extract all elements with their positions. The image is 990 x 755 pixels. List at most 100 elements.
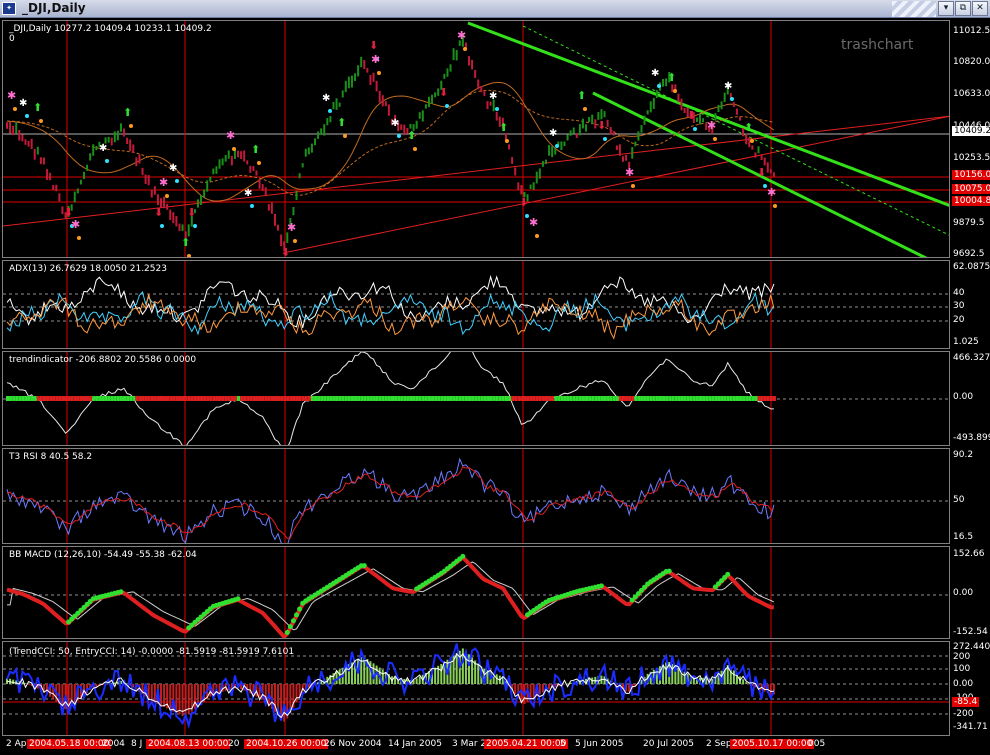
candle (508, 144, 511, 150)
date-tick: 005 (808, 739, 826, 749)
candle (175, 216, 178, 227)
trend-histogram-bar (98, 396, 102, 401)
macd-tick: 0.00 (953, 588, 974, 598)
trend-histogram-bar (110, 396, 114, 401)
date-tick: 3 Mar 2 (452, 739, 487, 749)
sell-arrow-marker: ⬇ (187, 206, 196, 219)
date-tick: 8 J (131, 739, 143, 749)
candle (237, 150, 239, 158)
trend-histogram-bar (255, 396, 259, 401)
trend-histogram-bar (113, 396, 117, 401)
adx-panel[interactable]: ADX(13) 26.7629 18.0050 21.2523 (2, 260, 950, 349)
signal-dot (397, 134, 401, 138)
cci-tick: 272.4401 (953, 642, 990, 652)
macd-up-dot (235, 596, 241, 602)
rsi-panel[interactable]: T3 RSI 8 40.5 58.2 (2, 448, 950, 544)
macd-panel[interactable]: BB MACD (12,26,10) -54.49 -55.38 -62.04 (2, 546, 950, 639)
signal-dot (773, 204, 777, 208)
macd-signal-line (7, 561, 775, 631)
trend-histogram-bar (310, 396, 314, 401)
trend-histogram-bar (495, 396, 499, 401)
trend-histogram-bar (649, 396, 653, 401)
candle (335, 98, 338, 110)
candle (612, 131, 615, 136)
price-tick: 11012.5 (953, 26, 990, 36)
cci-current-label: -85.4 (952, 697, 980, 707)
trend-indicator-panel[interactable]: trendindicator -206.8802 20.5586 0.0000 (2, 351, 950, 446)
trend-histogram-bar (153, 396, 157, 401)
trend-histogram-bar (468, 396, 471, 401)
candle (196, 199, 199, 208)
candle (243, 150, 246, 162)
signal-dot (463, 47, 467, 51)
cci-axis: 272.4401 200 100 0.00 -100 -85.4 -200 -3… (950, 641, 990, 736)
trend-histogram-bar (597, 396, 601, 401)
cci-tick: -341.71 (953, 722, 988, 732)
adx-axis: 62.0875 40 30 20 1.025 (950, 260, 990, 349)
trend-histogram-bar (273, 396, 277, 401)
trend-histogram-bar (218, 396, 222, 401)
trend-histogram-bar (237, 396, 240, 401)
candle (116, 130, 119, 141)
trend-histogram-bar (400, 396, 404, 401)
trend-histogram-bar (723, 396, 727, 401)
buy-arrow-marker: ⬆ (251, 143, 260, 156)
candle (772, 172, 775, 177)
trend-histogram-bar (415, 396, 419, 401)
candle (409, 123, 412, 129)
sell-arrow-marker: ⬇ (154, 206, 163, 219)
cci-histogram-bar (283, 684, 286, 722)
trend-histogram-bar (508, 396, 512, 401)
candle (424, 104, 427, 109)
candle (468, 56, 470, 66)
trend-histogram-bar (360, 396, 364, 401)
window-title-bar[interactable]: ✦ _DJI,Daily ▾ ⧉ ✕ (0, 0, 990, 18)
trend-histogram-bar (766, 396, 770, 401)
trend-histogram-bar (504, 396, 508, 401)
trend-histogram-bar (184, 396, 188, 401)
trend-histogram-bar (689, 396, 693, 401)
trend-histogram-bar (714, 396, 718, 401)
close-button[interactable]: ✕ (972, 1, 988, 16)
candle (264, 187, 267, 196)
macd-up-dot (297, 606, 303, 612)
candle (754, 152, 757, 158)
candle (415, 120, 418, 129)
sell-star-marker: ✱ (457, 29, 466, 42)
signal-dot (328, 109, 332, 113)
trend-histogram-bar (141, 396, 145, 401)
cci-histogram-bar (418, 676, 421, 684)
trend-histogram-bar (615, 396, 619, 401)
candle (132, 144, 135, 153)
signal-dot (13, 107, 17, 111)
macd-up-dot (290, 618, 296, 624)
date-tick: 2004 (102, 739, 125, 749)
trend-histogram-bar (132, 396, 136, 401)
signal-dot (250, 204, 254, 208)
candle (215, 166, 218, 174)
trend-histogram-bar (307, 396, 311, 401)
candle (732, 102, 735, 107)
trend-histogram-bar (381, 396, 385, 401)
trend-histogram-bar (12, 396, 16, 401)
candle (295, 190, 298, 201)
restore-button[interactable]: ⧉ (955, 1, 971, 16)
trend-histogram-bar (588, 396, 592, 401)
sell-arrow-marker: ⬇ (281, 246, 290, 258)
trend-histogram-bar (86, 396, 90, 401)
trend-histogram-bar (658, 396, 662, 401)
candle (603, 111, 606, 118)
macd-canvas (3, 547, 949, 638)
candle (123, 128, 126, 137)
price-chart-panel[interactable]: ✱ ✱ ⬆ ⬇ ✱ ✱ ⬆ ⬇ ✱ ✱ ⬆ ⬇ ✱ ✱ ⬆ ⬇ ✱ ✱ ⬆ ⬇ ✱ ✱ ⬆ ⬇ ✱ ✱ ⬆ ⬇ ✱ ✱ ⬆ ⬇ ✱ ✱ ⬆ ⬇ ✱ ✱ ⬆ ⬇… (2, 20, 950, 258)
candle (471, 59, 474, 70)
chart-window-icon[interactable]: ✦ (2, 2, 16, 15)
trend-histogram-bar (267, 396, 271, 401)
trend-histogram-bar (717, 396, 721, 401)
candle (483, 90, 486, 96)
cci-panel[interactable]: (TrendCCI: 50, EntryCCI: 14) -0.0000 -81… (2, 641, 950, 736)
candle (230, 155, 233, 166)
rsi-canvas (3, 449, 949, 543)
trend-histogram-bar (581, 396, 585, 401)
minimize-button[interactable]: ▾ (938, 1, 954, 16)
